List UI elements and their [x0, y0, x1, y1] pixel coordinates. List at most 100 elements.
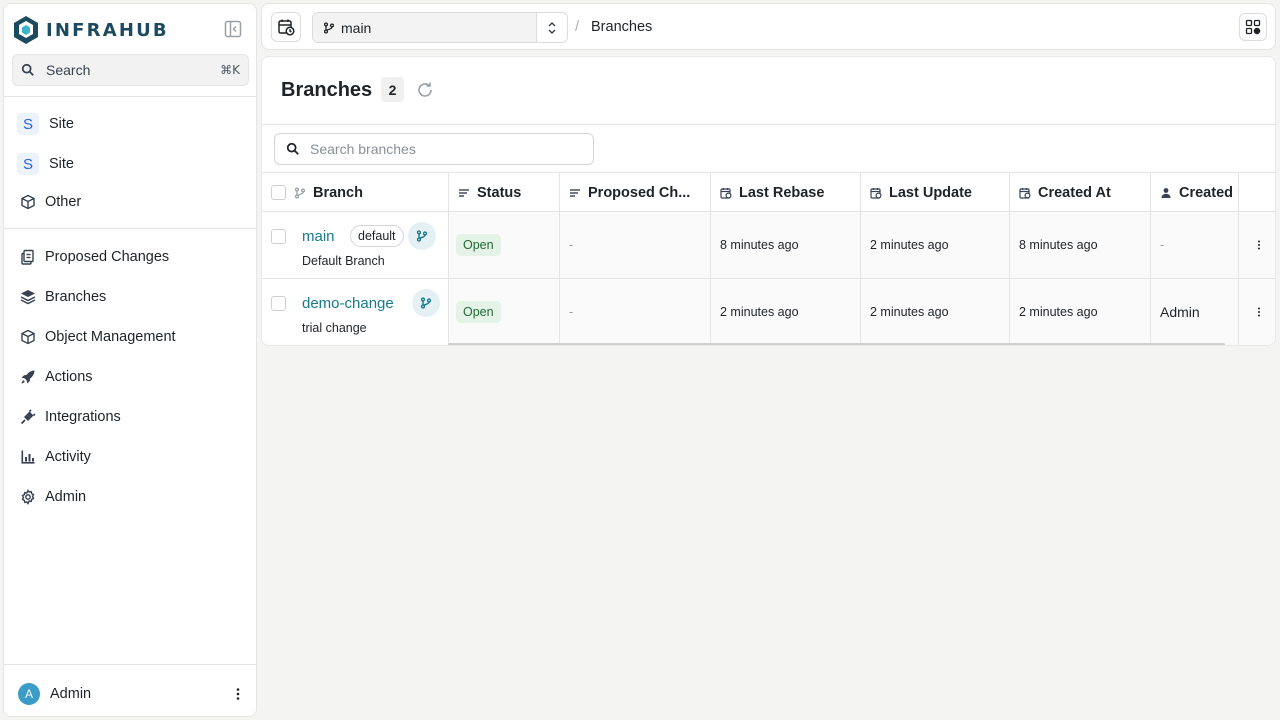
sidebar-item-label: Proposed Changes [45, 249, 170, 265]
column-header-branch[interactable]: Branch [262, 173, 449, 212]
rocket-icon [21, 370, 35, 384]
calendar-clock-icon [1019, 187, 1031, 199]
logo[interactable]: INFRAHUB [12, 14, 169, 46]
sidebar-item-label: Admin [45, 489, 87, 505]
search-shortcut: ⌘K [220, 63, 240, 77]
chevron-up-down-icon [548, 21, 556, 34]
row-actions-button[interactable] [1239, 279, 1275, 345]
git-branch-icon [294, 186, 306, 199]
created-at-value: 8 minutes ago [1019, 238, 1098, 252]
gear-icon [21, 489, 35, 505]
sidebar-item-integrations[interactable]: Integrations [20, 403, 121, 431]
column-header-last-rebase[interactable]: Last Rebase [711, 173, 861, 212]
infrahub-logo-icon [14, 16, 38, 44]
more-vertical-icon[interactable] [230, 686, 246, 702]
topbar: main / Branches [261, 3, 1276, 50]
created-at-cell: 2 minutes ago [1010, 279, 1151, 345]
created-by-value: - [1160, 238, 1165, 252]
sidebar-item-activity[interactable]: Activity [20, 443, 91, 471]
sidebar-item-proposed-changes[interactable]: Proposed Changes [20, 243, 169, 271]
last-update-cell: 2 minutes ago [861, 279, 1010, 345]
user-menu[interactable]: A Admin [18, 680, 246, 708]
user-name: Admin [50, 686, 92, 702]
page-title: Branches [281, 79, 373, 101]
sidebar-item-label: Site [49, 116, 74, 132]
search-icon [21, 63, 34, 76]
sidebar-item-admin[interactable]: Admin [20, 483, 86, 511]
created-by-cell: Admin [1151, 279, 1239, 345]
branch-count-badge: 2 [381, 77, 404, 102]
column-header-last-update[interactable]: Last Update [861, 173, 1010, 212]
table-row[interactable]: demo-change trial change Open - 2 minute… [262, 279, 1275, 345]
last-rebase-value: 8 minutes ago [720, 238, 799, 252]
column-header-created-by[interactable]: Created I [1151, 173, 1239, 212]
select-all-checkbox[interactable] [271, 185, 286, 200]
search-label: Search [46, 62, 91, 78]
status-badge: Open [456, 234, 501, 256]
activity-chart-icon [21, 450, 35, 464]
status-cell: Open [449, 212, 560, 278]
sidebar-item-label: Branches [45, 289, 107, 305]
git-branch-icon [408, 222, 436, 250]
text-align-icon [570, 188, 580, 197]
text-align-icon [459, 188, 469, 197]
created-by-cell: - [1151, 212, 1239, 278]
status-cell: Open [449, 279, 560, 345]
time-travel-button[interactable] [271, 12, 301, 42]
sidebar-item-object-management[interactable]: Object Management [20, 323, 176, 351]
row-checkbox[interactable] [271, 229, 286, 244]
refresh-icon[interactable] [416, 81, 434, 99]
column-label: Branch [313, 184, 363, 201]
branch-description: Default Branch [302, 254, 385, 268]
branch-name-link[interactable]: main [302, 228, 335, 245]
row-actions-button[interactable] [1239, 212, 1275, 278]
site-badge: S [17, 113, 39, 135]
table-row[interactable]: main default Default Branch Open - 8 min… [262, 212, 1275, 279]
user-icon [1161, 187, 1171, 198]
apps-menu-button[interactable] [1239, 13, 1267, 41]
avatar: A [18, 683, 40, 705]
created-by-value: Admin [1160, 304, 1200, 320]
column-label: Last Rebase [739, 184, 825, 201]
global-search-button[interactable]: Search ⌘K [12, 54, 249, 86]
column-header-status[interactable]: Status [449, 173, 560, 212]
sidebar-item-label: Other [45, 194, 82, 210]
branch-selector[interactable]: main [312, 12, 568, 43]
breadcrumb[interactable]: Branches [591, 19, 652, 35]
proposed-changes-cell: - [560, 279, 711, 345]
more-vertical-icon [1257, 307, 1260, 317]
column-label: Proposed Ch... [588, 184, 691, 201]
column-label: Last Update [889, 184, 972, 201]
cube-icon [21, 329, 35, 345]
column-header-proposed-changes[interactable]: Proposed Ch... [560, 173, 711, 212]
branch-cell: main default Default Branch [262, 212, 449, 278]
last-rebase-value: 2 minutes ago [720, 305, 799, 319]
sidebar-item-label: Activity [45, 449, 91, 465]
site-badge: S [17, 153, 39, 175]
sidebar-item-site-2[interactable]: S Site [17, 150, 74, 178]
branch-name-link[interactable]: demo-change [302, 295, 394, 312]
sidebar-item-actions[interactable]: Actions [20, 363, 93, 391]
collapse-sidebar-icon[interactable] [223, 19, 243, 39]
sidebar-item-label: Integrations [45, 409, 121, 425]
sidebar: INFRAHUB Search ⌘K S Site S Site Other P… [3, 3, 257, 717]
sidebar-item-branches[interactable]: Branches [20, 283, 106, 311]
logo-text: INFRAHUB [46, 19, 169, 41]
calendar-clock-icon [870, 187, 882, 199]
sidebar-item-other[interactable]: Other [20, 188, 81, 216]
git-branch-icon [412, 289, 440, 317]
column-header-created-at[interactable]: Created At [1010, 173, 1151, 212]
git-branch-icon [323, 21, 335, 34]
sidebar-item-site-1[interactable]: S Site [17, 110, 74, 138]
proposed-changes-icon [21, 249, 34, 265]
last-rebase-cell: 2 minutes ago [711, 279, 861, 345]
row-checkbox[interactable] [271, 296, 286, 311]
horizontal-scrollbar[interactable] [448, 343, 1225, 345]
more-vertical-icon [1257, 240, 1260, 250]
branch-search-input[interactable] [310, 141, 580, 157]
branch-cell: demo-change trial change [262, 279, 449, 345]
branch-search-field[interactable] [274, 133, 594, 165]
grid-icon [1245, 19, 1261, 35]
cube-icon [21, 194, 35, 210]
sidebar-item-label: Actions [45, 369, 93, 385]
